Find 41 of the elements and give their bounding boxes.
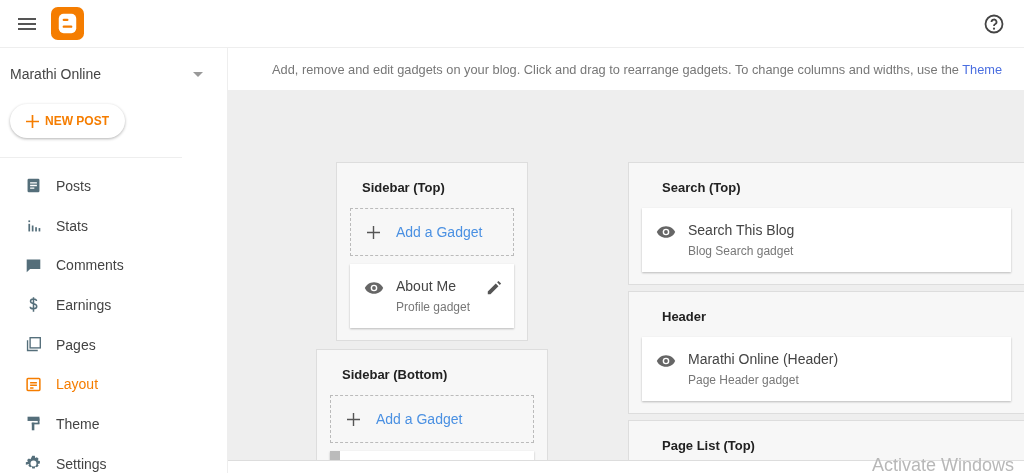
section-title: Sidebar (Bottom): [341, 366, 448, 384]
section-title: Sidebar (Top): [361, 179, 445, 197]
gadget-card[interactable]: Marathi Online (Header) Page Header gadget: [642, 337, 1011, 401]
gadget-card[interactable]: About Me Profile gadget: [350, 264, 514, 328]
sidebar-item[interactable]: Theme: [0, 404, 227, 444]
activation-notice: Activate Windows: [871, 455, 1014, 473]
section-title: Header: [661, 308, 707, 326]
gadget-type: Blog Search gadget: [688, 244, 794, 258]
sidebar-item[interactable]: Posts: [0, 166, 227, 206]
eye-icon[interactable]: [656, 225, 676, 239]
pencil-icon[interactable]: [486, 280, 502, 296]
paint-roller-icon: [25, 415, 42, 433]
menu-icon[interactable]: [18, 17, 36, 30]
gadget-name: Marathi Online (Header): [688, 351, 839, 367]
help-icon[interactable]: [984, 13, 1004, 34]
gadget-type: Profile gadget: [396, 300, 471, 314]
sidebar-item[interactable]: Earnings: [0, 285, 227, 325]
blogger-logo-icon[interactable]: [51, 7, 84, 40]
gadget-name: Search This Blog: [688, 222, 795, 238]
section-title: Search (Top): [661, 179, 741, 197]
layout-icon: [25, 375, 42, 393]
blog-name: Marathi Online: [10, 66, 102, 82]
blog-selector[interactable]: Marathi Online: [0, 48, 227, 82]
section-title: Page List (Top): [661, 437, 755, 455]
eye-icon[interactable]: [656, 354, 676, 368]
document-icon: [25, 177, 42, 195]
sidebar-item[interactable]: Pages: [0, 324, 227, 365]
plus-icon: [26, 114, 39, 128]
gadget-card[interactable]: Search This Blog Blog Search gadget: [642, 208, 1011, 272]
gadget-name: About Me: [396, 278, 456, 294]
theme-link[interactable]: Theme: [962, 61, 1003, 77]
sidebar-item[interactable]: Stats: [0, 205, 227, 246]
sidebar-item[interactable]: Settings: [0, 443, 227, 473]
stacked-pages-icon: [25, 336, 42, 354]
dropdown-caret-icon[interactable]: [193, 71, 203, 77]
plus-icon: [367, 225, 380, 239]
info-text: Add, remove and edit gadgets on your blog. Click and drag to rearrange gadgets. To change columns and widths, use the Theme: [272, 61, 1003, 77]
eye-icon[interactable]: [364, 281, 384, 295]
gadget-type: Page Header gadget: [688, 373, 799, 387]
plus-icon: [347, 412, 360, 426]
sidebar-item[interactable]: Comments: [0, 245, 227, 286]
